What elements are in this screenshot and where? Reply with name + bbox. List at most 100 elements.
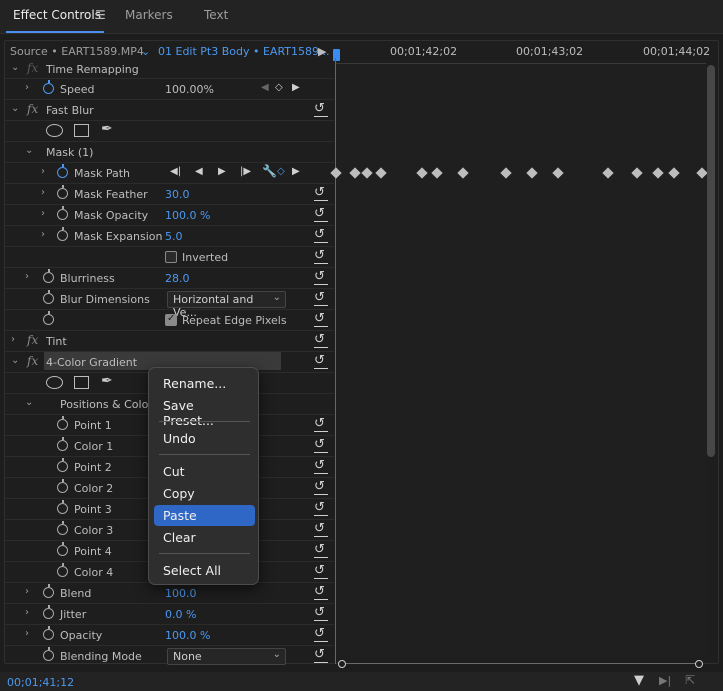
stopwatch-icon[interactable] <box>57 563 68 577</box>
tab-text[interactable]: Text <box>204 8 228 22</box>
menu-item-cut[interactable]: Cut <box>154 461 255 482</box>
ellipse-mask-icon[interactable] <box>46 376 63 389</box>
reset-icon[interactable]: ↺ <box>314 186 328 201</box>
reset-icon[interactable]: ↺ <box>314 228 328 243</box>
tab-markers[interactable]: Markers <box>125 8 173 22</box>
source-clip-label[interactable]: Source • EART1589.MP4 <box>10 45 144 58</box>
fx-icon[interactable]: fx <box>27 333 38 347</box>
reset-icon[interactable]: ↺ <box>314 312 328 327</box>
keyframe-diamond[interactable] <box>431 167 443 179</box>
reset-icon[interactable]: ↺ <box>314 438 328 453</box>
reset-icon[interactable]: ↺ <box>314 648 328 663</box>
expand-arrow-icon[interactable]: › <box>25 271 29 282</box>
collapse-arrow-icon[interactable]: ⌄ <box>11 62 19 73</box>
ellipse-mask-icon[interactable] <box>46 124 63 137</box>
fx-icon[interactable]: fx <box>27 354 38 368</box>
menu-item-paste[interactable]: Paste <box>154 505 255 526</box>
inverted-checkbox[interactable] <box>165 251 177 263</box>
value-mask-opacity[interactable]: 100.0 % <box>165 209 210 222</box>
show-timeline-arrow-icon[interactable]: ▶ <box>318 45 326 58</box>
panel-menu-icon[interactable]: ☰ <box>95 8 106 22</box>
collapse-arrow-icon[interactable]: ⌄ <box>11 103 19 114</box>
keyframe-diamond[interactable] <box>652 167 664 179</box>
keyframe-diamond[interactable] <box>602 167 614 179</box>
pen-mask-icon[interactable]: ✒ <box>101 121 118 137</box>
keyframe-diamond[interactable] <box>526 167 538 179</box>
stopwatch-icon[interactable] <box>57 164 68 178</box>
stopwatch-icon[interactable] <box>57 479 68 493</box>
stopwatch-icon[interactable] <box>57 500 68 514</box>
value-blend[interactable]: 100.0 <box>165 587 197 600</box>
stopwatch-icon[interactable] <box>57 227 68 241</box>
expand-arrow-icon[interactable]: › <box>41 208 45 219</box>
wrench-icon[interactable]: 🔧 <box>262 164 277 178</box>
collapse-arrow-icon[interactable]: ⌄ <box>25 145 33 156</box>
keyframe-diamond[interactable] <box>552 167 564 179</box>
reset-icon[interactable]: ↺ <box>314 522 328 537</box>
keyframe-diamond[interactable] <box>631 167 643 179</box>
track-backward-icon[interactable]: ◀| <box>170 166 181 177</box>
reset-icon[interactable]: ↺ <box>314 249 328 264</box>
keyframe-diamond[interactable] <box>375 167 387 179</box>
stopwatch-icon[interactable] <box>43 605 54 619</box>
zoom-handle-left[interactable] <box>338 660 346 668</box>
stopwatch-icon[interactable] <box>43 584 54 598</box>
sequence-dropdown-chevron-icon[interactable]: ⌄ <box>141 45 150 58</box>
previous-keyframe-icon[interactable]: ◀ <box>261 82 269 93</box>
expand-arrow-icon[interactable]: › <box>25 607 29 618</box>
value-mask-expansion[interactable]: 5.0 <box>165 230 183 243</box>
rectangle-mask-icon[interactable] <box>74 124 89 137</box>
keyframe-diamond[interactable] <box>349 167 361 179</box>
keyframe-diamond[interactable] <box>668 167 680 179</box>
value-blurriness[interactable]: 28.0 <box>165 272 190 285</box>
reset-icon[interactable]: ↺ <box>314 564 328 579</box>
stopwatch-icon[interactable] <box>57 185 68 199</box>
rectangle-mask-icon[interactable] <box>74 376 89 389</box>
stopwatch-icon[interactable] <box>57 542 68 556</box>
reset-icon[interactable]: ↺ <box>314 333 328 348</box>
stopwatch-icon[interactable] <box>57 521 68 535</box>
pen-mask-icon[interactable]: ✒ <box>101 373 118 389</box>
stopwatch-icon[interactable] <box>43 290 54 304</box>
export-icon[interactable]: ⇱ <box>685 673 695 687</box>
next-keyframe-icon[interactable]: ▶ <box>292 82 300 93</box>
expand-arrow-icon[interactable]: › <box>25 586 29 597</box>
add-keyframe-icon[interactable]: ◇ <box>277 166 285 177</box>
fx-icon[interactable]: fx <box>27 102 38 116</box>
value-mask-feather[interactable]: 30.0 <box>165 188 190 201</box>
keyframe-diamond[interactable] <box>416 167 428 179</box>
timeline-area[interactable] <box>336 64 706 658</box>
tab-effect-controls[interactable]: Effect Controls <box>13 8 101 22</box>
stopwatch-icon[interactable] <box>43 80 54 94</box>
stopwatch-icon[interactable] <box>43 311 54 325</box>
menu-item-select-all[interactable]: Select All <box>154 560 255 581</box>
reset-icon[interactable]: ↺ <box>314 627 328 642</box>
reset-icon[interactable]: ↺ <box>314 102 328 117</box>
menu-item-rename[interactable]: Rename... <box>154 373 255 394</box>
blur-dimensions-dropdown[interactable]: Horizontal and Ve... ⌄ <box>167 291 286 319</box>
value-jitter[interactable]: 0.0 % <box>165 608 196 621</box>
reset-icon[interactable]: ↺ <box>314 207 328 222</box>
reset-icon[interactable]: ↺ <box>314 501 328 516</box>
menu-item-clear[interactable]: Clear <box>154 527 255 548</box>
sequence-clip-label[interactable]: 01 Edit Pt3 Body • EART1589... <box>158 45 330 58</box>
keyframe-diamond[interactable] <box>361 167 373 179</box>
stopwatch-icon[interactable] <box>57 458 68 472</box>
next-keyframe-icon[interactable]: ▶ <box>292 166 300 177</box>
track-backward-one-icon[interactable]: ◀ <box>195 166 203 177</box>
track-forward-icon[interactable]: |▶ <box>240 166 251 177</box>
expand-arrow-icon[interactable]: › <box>25 82 29 93</box>
expand-arrow-icon[interactable]: › <box>41 166 45 177</box>
reset-icon[interactable]: ↺ <box>314 543 328 558</box>
menu-item-copy[interactable]: Copy <box>154 483 255 504</box>
repeat-edge-checkbox[interactable] <box>165 313 177 326</box>
stopwatch-icon[interactable] <box>57 416 68 430</box>
collapse-arrow-icon[interactable]: ⌄ <box>25 397 33 408</box>
timeline-zoom-scrollbar[interactable] <box>338 660 703 668</box>
reset-icon[interactable]: ↺ <box>314 291 328 306</box>
expand-arrow-icon[interactable]: › <box>41 229 45 240</box>
keyframe-diamond[interactable] <box>457 167 469 179</box>
reset-icon[interactable]: ↺ <box>314 459 328 474</box>
vertical-scrollbar[interactable] <box>707 65 715 457</box>
keyframe-diamond[interactable] <box>500 167 512 179</box>
